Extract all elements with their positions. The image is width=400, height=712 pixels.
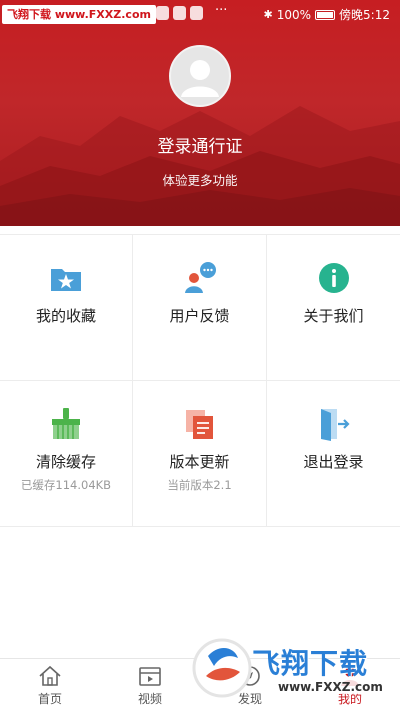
version-update-label: 版本更新 <box>169 453 230 471</box>
app-notification-icon <box>190 6 203 20</box>
tab-home-label: 首页 <box>37 692 62 706</box>
tab-video[interactable]: 视频 <box>110 659 190 712</box>
watermark-overlay: 飞翔下载 www.FXXZ.com <box>190 632 400 712</box>
info-icon <box>318 263 349 293</box>
watermark-text: 飞翔下载 <box>252 647 369 680</box>
logout-label: 退出登录 <box>303 453 364 471</box>
battery-percent: 100% <box>276 7 312 22</box>
status-bar: 飞翔下载 www.FXXZ.com ··· ✱ 100% 傍晚5:12 <box>0 0 400 28</box>
battery-icon <box>315 9 336 20</box>
version-update-item[interactable]: 版本更新 当前版本2.1 <box>133 381 267 527</box>
tab-video-label: 视频 <box>137 692 162 706</box>
clock: 傍晚5:12 <box>339 8 390 22</box>
folder-star-icon <box>51 269 81 291</box>
about-label: 关于我们 <box>303 307 364 325</box>
tab-home[interactable]: 首页 <box>10 659 90 712</box>
home-icon <box>39 665 61 686</box>
broom-icon <box>52 408 80 439</box>
watermark-label: 飞翔下载 www.FXXZ.com <box>2 5 156 24</box>
clear-cache-item[interactable]: 清除缓存 已缓存114.04KB <box>0 381 133 527</box>
notification-icons <box>156 6 203 20</box>
favorites-item[interactable]: 我的收藏 <box>0 235 133 381</box>
logout-item[interactable]: 退出登录 <box>267 381 400 527</box>
feature-grid: 我的收藏 用户反馈 关于我们 清除缓存 已缓存114.04KB 版本更新 当前版… <box>0 234 400 527</box>
status-right: ✱ 100% 傍晚5:12 <box>264 6 390 23</box>
door-exit-icon <box>320 409 350 441</box>
login-subtitle: 体验更多功能 <box>162 173 238 188</box>
watermark-logo-icon <box>192 638 252 698</box>
favorites-label: 我的收藏 <box>35 307 96 325</box>
bluetooth-icon: ✱ <box>263 8 273 21</box>
cache-size: 已缓存114.04KB <box>20 478 112 492</box>
app-notification-icon <box>156 6 169 20</box>
login-button[interactable]: 登录通行证 <box>0 132 400 157</box>
user-placeholder-icon <box>181 60 219 97</box>
watermark-url: www.FXXZ.com <box>276 680 385 694</box>
video-icon <box>139 667 161 686</box>
clear-cache-label: 清除缓存 <box>35 453 96 471</box>
app-notification-icon <box>173 6 186 20</box>
document-copy-icon <box>185 410 213 439</box>
more-notifications: ··· <box>215 3 228 18</box>
current-version: 当前版本2.1 <box>167 478 232 492</box>
about-item[interactable]: 关于我们 <box>267 235 400 381</box>
profile-header: 飞翔下载 www.FXXZ.com ··· ✱ 100% 傍晚5:12 登录通行… <box>0 0 400 226</box>
feedback-item[interactable]: 用户反馈 <box>133 235 267 381</box>
user-chat-icon <box>184 262 216 293</box>
avatar[interactable] <box>169 45 231 107</box>
feedback-label: 用户反馈 <box>169 307 230 325</box>
